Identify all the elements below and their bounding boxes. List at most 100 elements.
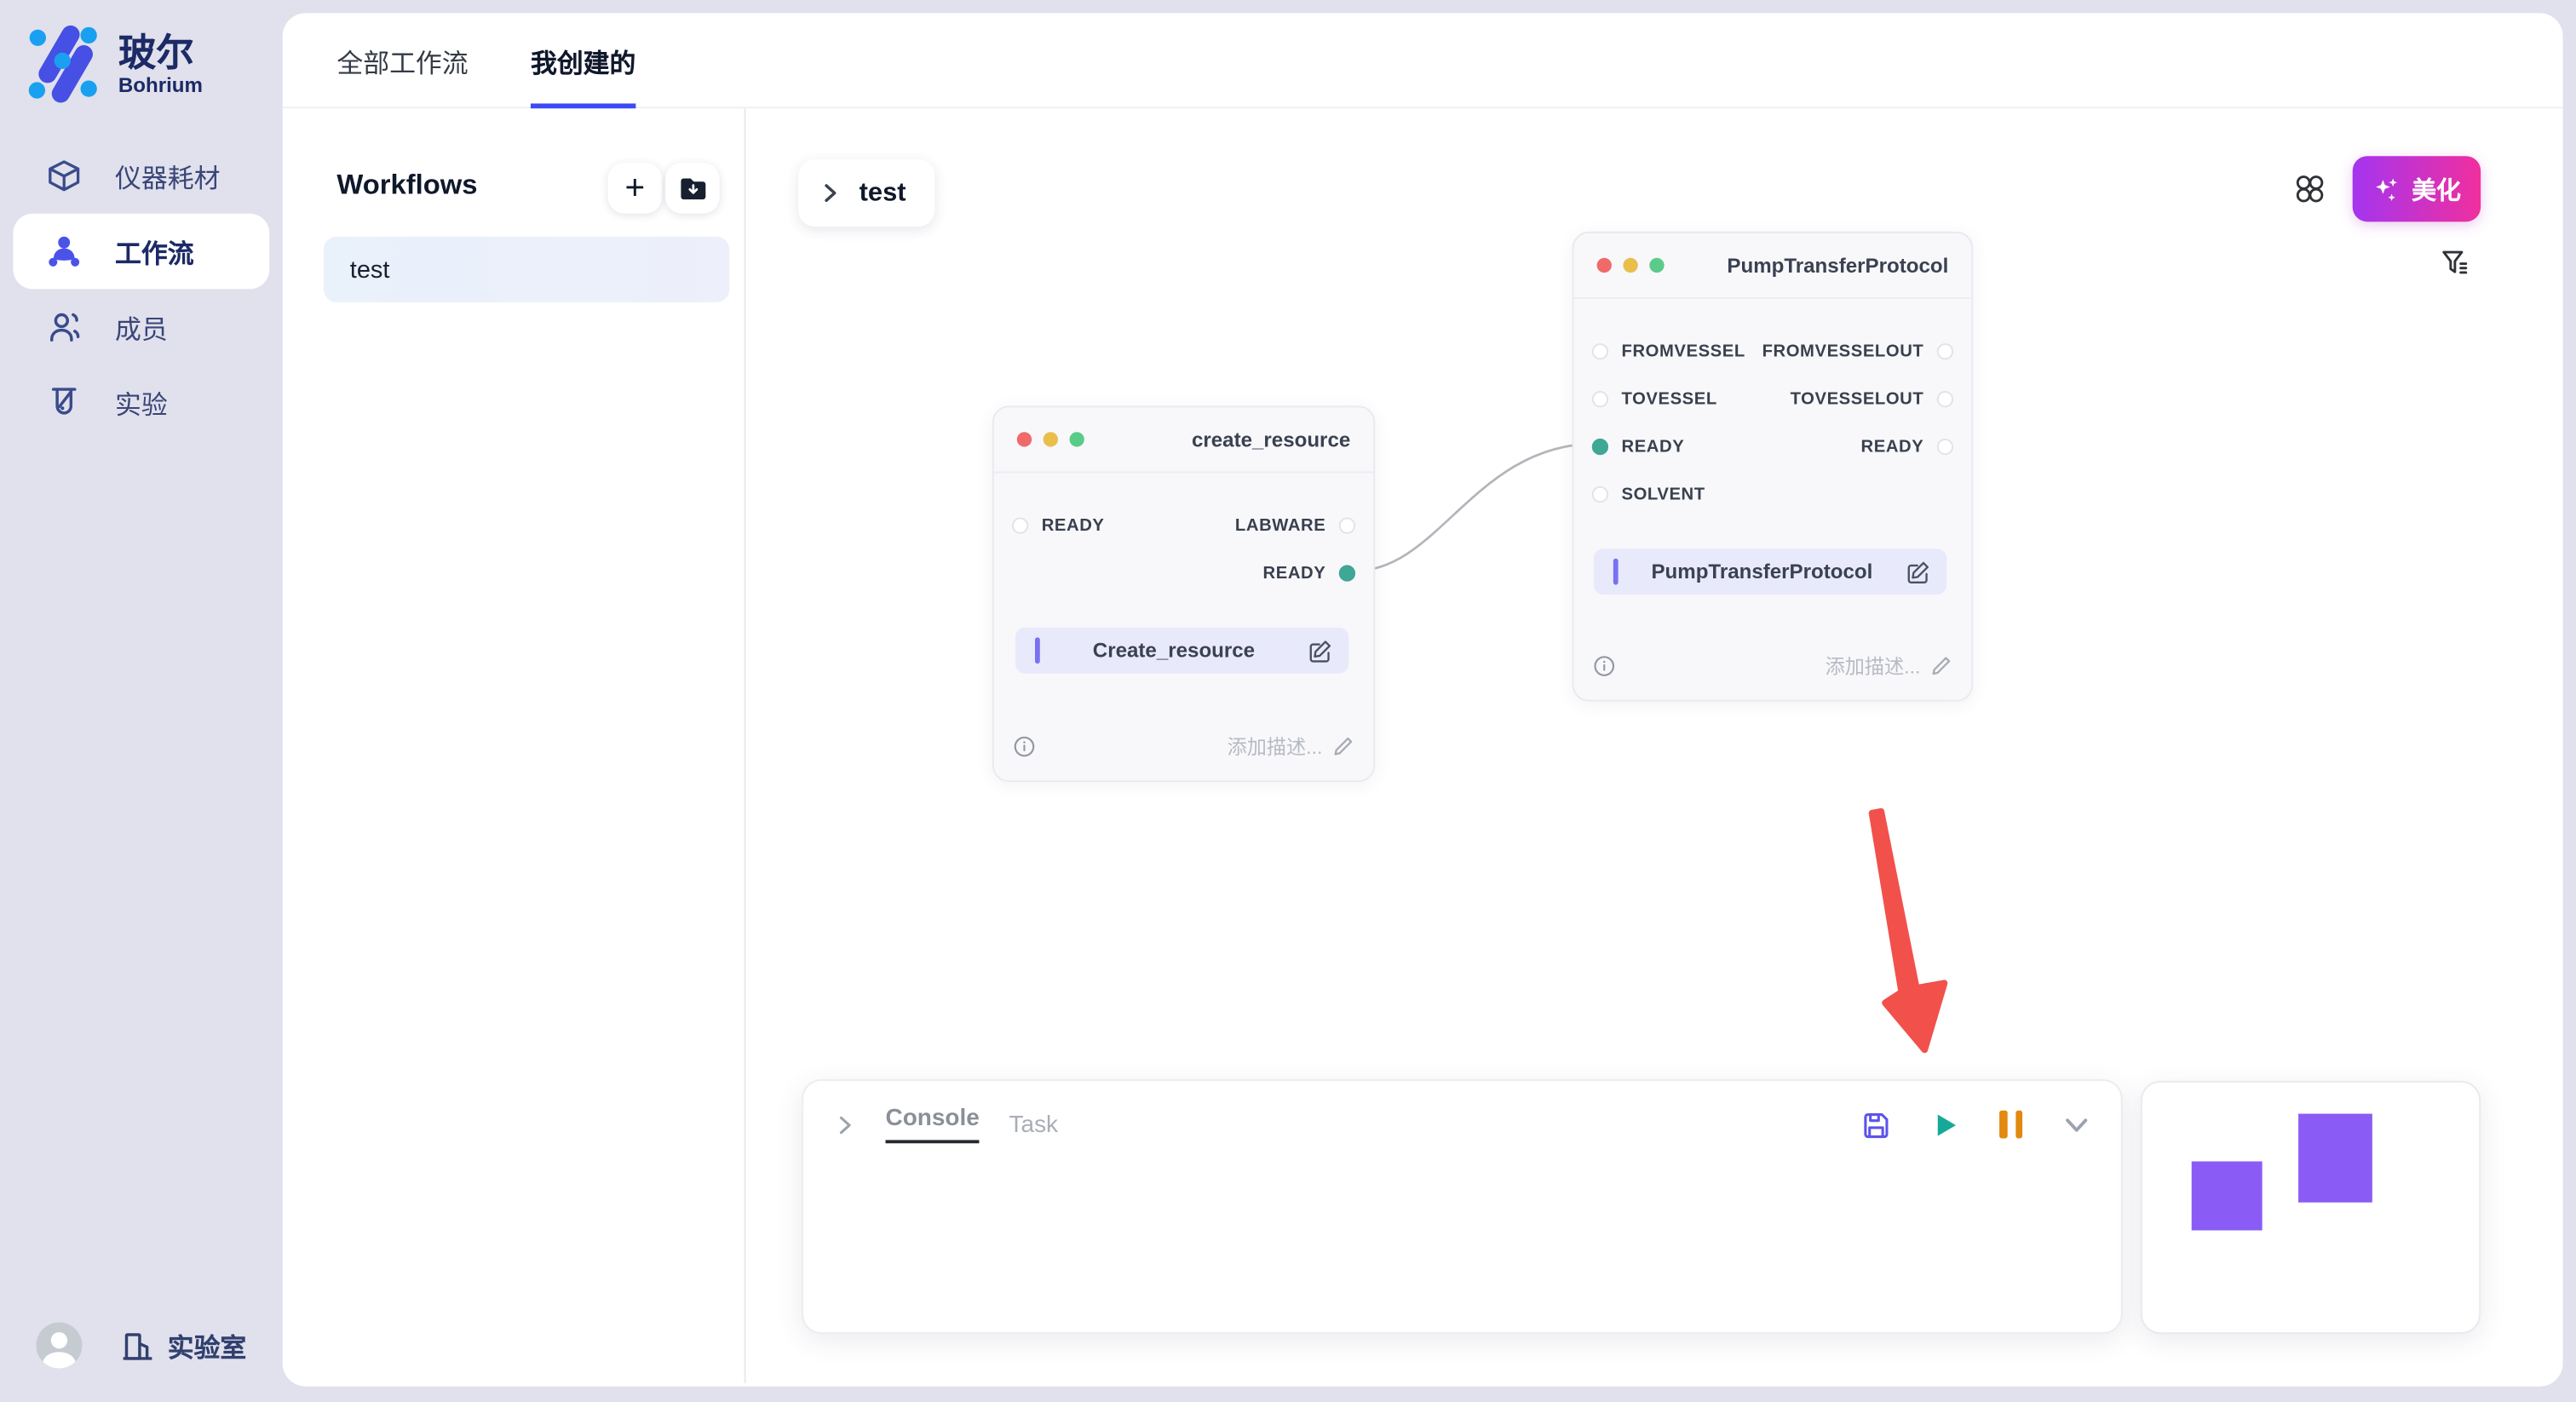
sidebar-item-members[interactable]: 成员	[13, 289, 269, 365]
collapse-chevron-icon[interactable]	[2061, 1110, 2091, 1140]
description-placeholder[interactable]: 添加描述...	[1228, 732, 1323, 760]
sparkles-icon	[2372, 175, 2401, 203]
sidebar-footer: 实验室	[36, 1323, 246, 1369]
dot-yellow[interactable]	[1623, 258, 1637, 273]
port-circle-connected[interactable]	[1592, 438, 1608, 454]
port-circle[interactable]	[1339, 517, 1355, 533]
port-in-fromvessel[interactable]: FROMVESSEL	[1592, 341, 1745, 360]
save-icon[interactable]	[1861, 1110, 1891, 1140]
app-root: 玻尔 Bohrium 仪器耗材 工作流	[0, 0, 2576, 1402]
workflow-people-icon	[46, 233, 82, 269]
port-out-ready[interactable]: READY	[1861, 436, 1954, 456]
sidebar-nav: 仪器耗材 工作流 成员	[13, 138, 269, 440]
port-out-tovesselout[interactable]: TOVESSELOUT	[1791, 388, 1954, 408]
sidebar-item-workflow[interactable]: 工作流	[13, 214, 269, 290]
port-circle[interactable]	[1592, 390, 1608, 406]
sidebar-item-label: 实验	[115, 382, 168, 422]
node-create-resource[interactable]: create_resource READY LABWARE R	[992, 405, 1375, 782]
pencil-icon[interactable]	[1332, 735, 1354, 756]
ports: READY LABWARE READY	[994, 501, 1374, 596]
tabbar: 全部工作流 我创建的	[283, 13, 2563, 108]
dot-green[interactable]	[1069, 432, 1084, 446]
port-circle[interactable]	[1937, 390, 1953, 406]
node-action-pill[interactable]: Create_resource	[1015, 628, 1349, 674]
ports: FROMVESSEL FROMVESSELOUT TOVESSEL TOVESS…	[1574, 327, 1972, 518]
port-in-tovessel[interactable]: TOVESSEL	[1592, 388, 1717, 408]
logo-title: 玻尔	[118, 32, 203, 74]
minimap[interactable]	[2141, 1081, 2481, 1334]
main-card: 全部工作流 我创建的 Workflows + test test	[283, 13, 2563, 1386]
traffic-dots	[1017, 432, 1084, 446]
chevron-right-icon	[819, 182, 841, 204]
port-circle[interactable]	[1937, 342, 1953, 359]
port-out-fromvesselout[interactable]: FROMVESSELOUT	[1762, 341, 1953, 360]
info-icon[interactable]	[1014, 735, 1035, 756]
description-placeholder[interactable]: 添加描述...	[1826, 652, 1921, 680]
play-icon[interactable]	[1930, 1110, 1960, 1140]
breadcrumb-label: test	[860, 178, 906, 208]
layout-apps-icon[interactable]	[2293, 172, 2326, 205]
dot-yellow[interactable]	[1044, 432, 1058, 446]
tab-my-created[interactable]: 我创建的	[531, 13, 635, 108]
sidebar: 玻尔 Bohrium 仪器耗材 工作流	[0, 0, 283, 1402]
add-workflow-button[interactable]: +	[608, 163, 663, 214]
breadcrumb[interactable]: test	[798, 159, 934, 227]
port-circle[interactable]	[1937, 438, 1953, 454]
port-out-labware[interactable]: LABWARE	[1235, 515, 1355, 535]
sidebar-item-instruments[interactable]: 仪器耗材	[13, 138, 269, 214]
port-in-ready[interactable]: READY	[1592, 436, 1685, 456]
port-circle[interactable]	[1012, 517, 1028, 533]
port-circle[interactable]	[1592, 486, 1608, 502]
port-in-solvent[interactable]: SOLVENT	[1592, 484, 1705, 503]
pencil-icon[interactable]	[1930, 655, 1952, 676]
sidebar-item-label: 成员	[115, 307, 168, 347]
console-panel: Console Task	[802, 1079, 2123, 1334]
minimap-node-pump-transfer	[2298, 1114, 2372, 1203]
port-in-ready[interactable]: READY	[1012, 515, 1105, 535]
panel-divider	[745, 108, 746, 1383]
beautify-label: 美化	[2412, 172, 2461, 206]
members-icon	[46, 309, 82, 345]
tab-all-workflows[interactable]: 全部工作流	[336, 13, 468, 108]
node-action-pill[interactable]: PumpTransferProtocol	[1594, 549, 1947, 595]
edit-icon[interactable]	[1308, 638, 1332, 663]
node-footer: 添加描述...	[1014, 733, 1354, 759]
port-circle-connected[interactable]	[1339, 564, 1355, 580]
pause-icon[interactable]	[1999, 1111, 2022, 1139]
dot-red[interactable]	[1017, 432, 1032, 446]
beautify-button[interactable]: 美化	[2353, 156, 2481, 221]
node-title: create_resource	[1192, 428, 1350, 451]
expand-chevron-icon[interactable]	[833, 1113, 856, 1136]
sidebar-item-experiments[interactable]: 实验	[13, 365, 269, 440]
test-tube-icon	[46, 384, 82, 420]
bohrium-logo-icon	[26, 25, 106, 104]
node-pump-transfer-protocol[interactable]: PumpTransferProtocol FROMVESSEL FROMVESS…	[1573, 232, 1974, 702]
filter-icon[interactable]	[2440, 248, 2470, 278]
workflow-list-item[interactable]: test	[324, 237, 729, 302]
logo-subtitle: Bohrium	[118, 74, 203, 97]
tab-console[interactable]: Console	[885, 1106, 979, 1143]
folder-import-icon	[678, 173, 708, 203]
edge-create-to-pump	[1355, 444, 1597, 571]
pill-label: Create_resource	[1040, 639, 1308, 662]
import-folder-button[interactable]	[665, 163, 720, 214]
node-header: PumpTransferProtocol	[1574, 233, 1972, 299]
tab-task[interactable]: Task	[1009, 1112, 1059, 1138]
minimap-node-create-resource	[2192, 1161, 2263, 1230]
info-icon[interactable]	[1594, 655, 1615, 676]
brand: 玻尔 Bohrium	[26, 25, 203, 104]
edit-icon[interactable]	[1906, 560, 1930, 584]
avatar[interactable]	[36, 1323, 82, 1369]
dot-green[interactable]	[1649, 258, 1664, 273]
node-title: PumpTransferProtocol	[1727, 254, 1948, 277]
workflows-title: Workflows	[336, 170, 477, 203]
traffic-dots	[1597, 258, 1665, 273]
lab-label[interactable]: 实验室	[168, 1326, 247, 1365]
workflow-item-label: test	[350, 256, 390, 284]
building-icon	[120, 1329, 155, 1364]
node-footer: 添加描述...	[1594, 652, 1952, 679]
dot-red[interactable]	[1597, 258, 1612, 273]
sidebar-item-label: 仪器耗材	[115, 156, 220, 195]
port-out-ready[interactable]: READY	[1263, 563, 1356, 583]
port-circle[interactable]	[1592, 342, 1608, 359]
